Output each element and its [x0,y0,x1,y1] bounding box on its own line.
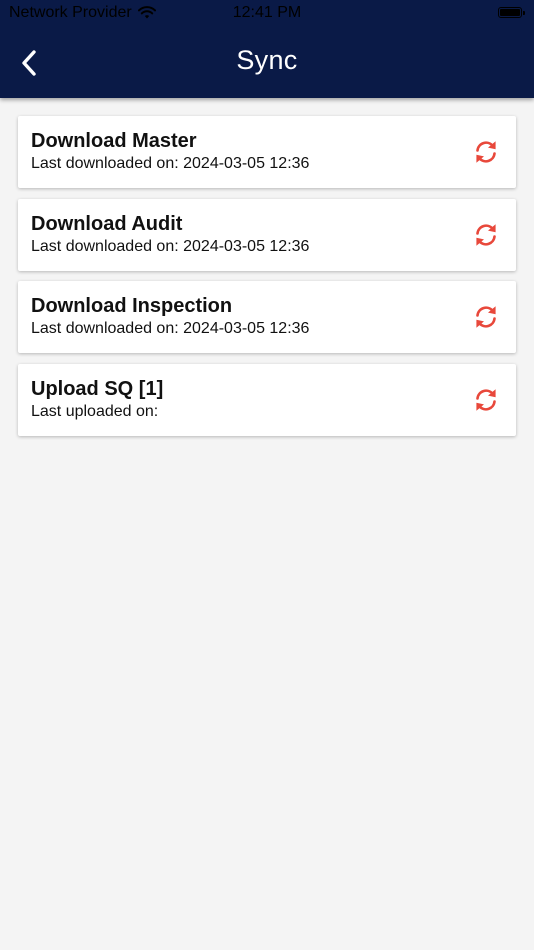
status-time: 12:41 PM [232,4,302,21]
sync-list: Download Master Last downloaded on: 2024… [18,116,516,446]
page-title: Sync [236,45,298,75]
sync-item-title: Download Audit [31,212,183,235]
sync-item-subtitle: Last uploaded on: [31,402,159,420]
sync-item-download-inspection[interactable]: Download Inspection Last downloaded on: … [18,281,516,353]
app-header: Network Provider 12:41 PM Sync [0,0,534,98]
sync-icon[interactable] [472,386,500,414]
sync-icon[interactable] [472,138,500,166]
sync-item-subtitle: Last downloaded on: 2024-03-05 12:36 [31,320,310,337]
sync-item-subtitle: Last downloaded on: 2024-03-05 12:36 [31,155,310,172]
sync-item-title: Download Master [31,130,197,152]
sync-item-title: Download Inspection [31,295,233,317]
sync-item-title: Upload SQ [1] [31,377,164,400]
battery-icon [498,7,525,18]
status-bar: Network Provider 12:41 PM [0,0,534,28]
sync-item-download-audit[interactable]: Download Audit Last downloaded on: 2024-… [18,198,516,271]
sync-item-subtitle: Last downloaded on: 2024-03-05 12:36 [31,237,310,255]
sync-item-upload-sq[interactable]: Upload SQ [1] Last uploaded on: [18,363,516,436]
sync-icon[interactable] [472,221,500,249]
sync-item-download-master[interactable]: Download Master Last downloaded on: 2024… [18,116,516,188]
sync-icon[interactable] [472,303,500,331]
